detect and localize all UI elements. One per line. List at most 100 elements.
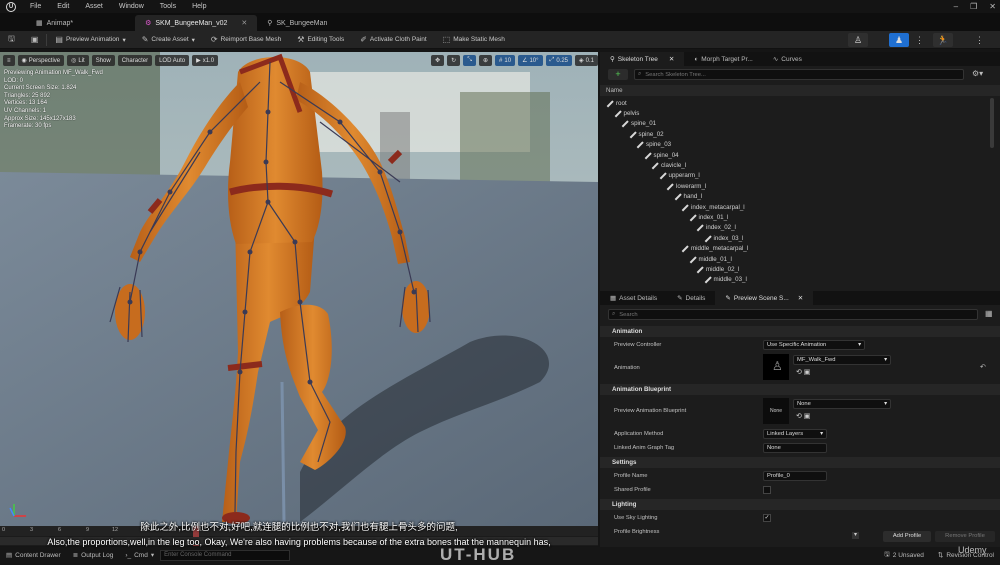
remove-icon[interactable]: ▾ — [852, 532, 859, 539]
settings-gear-icon[interactable]: ⚙▾ — [972, 69, 983, 78]
tab-sk-bungeeman[interactable]: ⚲ SK_BungeeMan — [257, 15, 337, 31]
bone-row-index-03-l[interactable]: index_03_l — [704, 233, 744, 243]
details-search-input[interactable]: ⌕ Search — [608, 309, 978, 320]
tree-scrollbar[interactable] — [990, 98, 994, 148]
application-method-dropdown[interactable]: Linked Layers ▾ — [763, 429, 827, 439]
preview-animation-button[interactable]: ▤ Preview Animation ▾ — [47, 31, 133, 49]
bone-row-middle-03-l[interactable]: middle_03_l — [704, 275, 747, 285]
preview-bp-dropdown[interactable]: None ▾ — [793, 399, 891, 409]
bone-row-pelvis[interactable]: pelvis — [614, 108, 640, 118]
animation-asset-dropdown[interactable]: MF_Walk_Fwd ▾ — [793, 355, 891, 365]
reimport-button[interactable]: ⟳ Reimport Base Mesh — [203, 31, 289, 49]
close-tab-icon[interactable]: ✕ — [669, 55, 674, 63]
menu-window[interactable]: Window — [111, 3, 152, 10]
unreal-logo-icon[interactable]: U — [4, 0, 18, 13]
grid-view-icon[interactable]: ▦ — [985, 309, 993, 318]
bone-row-hand-l[interactable]: hand_l — [674, 192, 703, 202]
close-tab-icon[interactable]: ✕ — [241, 19, 247, 27]
profile-name-input[interactable]: Profile_0 — [763, 471, 827, 481]
lod-button[interactable]: LOD Auto — [155, 55, 190, 66]
unsaved-button[interactable]: 🖫 2 Unsaved — [876, 550, 932, 561]
add-bone-button[interactable]: + — [608, 69, 628, 80]
tab-morph-target[interactable]: ◐ Morph Target Pr... — [684, 52, 762, 66]
bone-row-index-01-l[interactable]: index_01_l — [689, 212, 729, 222]
scale-snap-button[interactable]: ⤢ 0.25 — [545, 55, 573, 66]
linked-tag-input[interactable]: None — [763, 443, 827, 453]
close-tab-icon[interactable]: ✕ — [798, 294, 803, 302]
create-asset-button[interactable]: ✎ Create Asset ▾ — [134, 31, 203, 49]
bone-row-spine-01[interactable]: spine_01 — [621, 119, 656, 129]
browse-button[interactable]: ▣ — [23, 31, 47, 49]
translate-tool[interactable]: ✥ — [431, 55, 445, 66]
bone-row-upperarm-l[interactable]: upperarm_l — [659, 171, 700, 181]
preview-controller-dropdown[interactable]: Use Specific Animation ▾ — [763, 340, 865, 350]
minimize-icon[interactable]: – — [954, 2, 958, 11]
preview-bp-thumbnail[interactable]: None — [763, 398, 789, 424]
menu-edit[interactable]: Edit — [49, 3, 77, 10]
menu-tools[interactable]: Tools — [152, 3, 184, 10]
cloth-paint-button[interactable]: ✐ Activate Cloth Paint — [352, 31, 434, 49]
section-settings[interactable]: Settings — [600, 457, 1000, 468]
bone-row-spine-02[interactable]: spine_02 — [629, 129, 664, 139]
skeleton-search-input[interactable]: ⌕ Search Skeleton Tree... — [634, 69, 964, 80]
viewport-options-button[interactable]: ≡ — [3, 55, 15, 66]
scale-tool[interactable]: ⤡ — [463, 55, 476, 66]
rotate-tool[interactable]: ↻ — [447, 55, 461, 66]
shared-profile-checkbox[interactable] — [763, 486, 771, 494]
browse-asset-icons[interactable]: ⟲ ▣ — [796, 412, 810, 420]
mesh-mode-button[interactable]: ♟ — [889, 33, 909, 47]
name-column-header[interactable]: Name — [600, 85, 1000, 96]
angle-snap-button[interactable]: ∠ 10° — [518, 55, 543, 66]
menu-file[interactable]: File — [22, 3, 49, 10]
bone-row-middle-metacarpal-l[interactable]: middle_metacarpal_l — [681, 244, 748, 254]
more-options-icon[interactable]: ⋮ — [975, 35, 984, 46]
close-icon[interactable]: ✕ — [989, 2, 996, 11]
character-button[interactable]: Character — [117, 55, 153, 66]
make-static-mesh-button[interactable]: ⬚ Make Static Mesh — [435, 31, 513, 49]
world-local-toggle[interactable]: ⊕ — [479, 55, 493, 66]
section-animation[interactable]: Animation — [600, 326, 1000, 337]
section-animation-blueprint[interactable]: Animation Blueprint — [600, 384, 1000, 395]
menu-help[interactable]: Help — [184, 3, 214, 10]
maximize-icon[interactable]: ❐ — [970, 2, 977, 11]
skeleton-mode-button[interactable]: ♙ — [848, 33, 868, 47]
browse-asset-icons[interactable]: ⟲ ▣ — [796, 368, 810, 376]
tab-details[interactable]: ✎ Details — [667, 291, 715, 305]
content-drawer-button[interactable]: ▤ Content Drawer — [0, 551, 67, 560]
use-sky-checkbox[interactable]: ✓ — [763, 514, 771, 522]
bone-row-spine-03[interactable]: spine_03 — [636, 140, 671, 150]
more-options-icon[interactable]: ⋮ — [915, 35, 924, 46]
tab-preview-scene[interactable]: ✎ Preview Scene S... ✕ — [715, 291, 814, 305]
tab-animap[interactable]: ▦ Animap* — [26, 15, 83, 31]
animation-thumbnail[interactable]: ♙ — [763, 354, 789, 380]
bone-row-spine-04[interactable]: spine_04 — [644, 150, 679, 160]
tab-asset-details[interactable]: ▦ Asset Details — [600, 291, 667, 305]
editing-tools-button[interactable]: ⚒ Editing Tools — [289, 31, 352, 49]
reset-icon[interactable]: ↶ — [980, 363, 986, 371]
show-button[interactable]: Show — [91, 55, 115, 66]
tab-skeleton-tree[interactable]: ⚲ Skeleton Tree ✕ — [600, 52, 685, 66]
bone-row-root[interactable]: root — [606, 98, 627, 108]
bone-row-middle-01-l[interactable]: middle_01_l — [689, 254, 732, 264]
remove-profile-button[interactable]: Remove Profile — [935, 531, 995, 542]
viewport[interactable]: ≡ ◉ Perspective ◎ Lit Show Character LOD A… — [0, 52, 598, 526]
cmd-dropdown[interactable]: ›_ Cmd ▾ — [119, 551, 160, 560]
grid-snap-button[interactable]: #10 — [495, 55, 516, 66]
lit-button[interactable]: ◎ Lit — [67, 55, 89, 66]
menu-asset[interactable]: Asset — [77, 3, 111, 10]
camera-speed-button[interactable]: ◈ 0.1 — [575, 55, 598, 66]
playback-speed-button[interactable]: ▶ x1.0 — [192, 55, 219, 66]
add-profile-button[interactable]: Add Profile — [883, 531, 931, 542]
section-lighting[interactable]: Lighting — [600, 499, 1000, 510]
bone-row-lowerarm-l[interactable]: lowerarm_l — [666, 181, 706, 191]
tab-curves[interactable]: ∿ Curves — [763, 52, 812, 66]
perspective-button[interactable]: ◉ Perspective — [17, 55, 65, 66]
bone-row-middle-02-l[interactable]: middle_02_l — [696, 264, 739, 274]
tab-skm-bungeeman[interactable]: ⚙ SKM_BungeeMan_v02 ✕ — [135, 15, 258, 31]
animation-mode-button[interactable]: 🏃 — [933, 33, 953, 47]
console-input[interactable]: Enter Console Command — [160, 549, 291, 561]
bone-row-index-metacarpal-l[interactable]: index_metacarpal_l — [681, 202, 745, 212]
bone-row-clavicle-l[interactable]: clavicle_l — [651, 160, 686, 170]
output-log-button[interactable]: ≣ Output Log — [67, 551, 120, 560]
save-button[interactable]: 🖫 — [0, 31, 23, 49]
